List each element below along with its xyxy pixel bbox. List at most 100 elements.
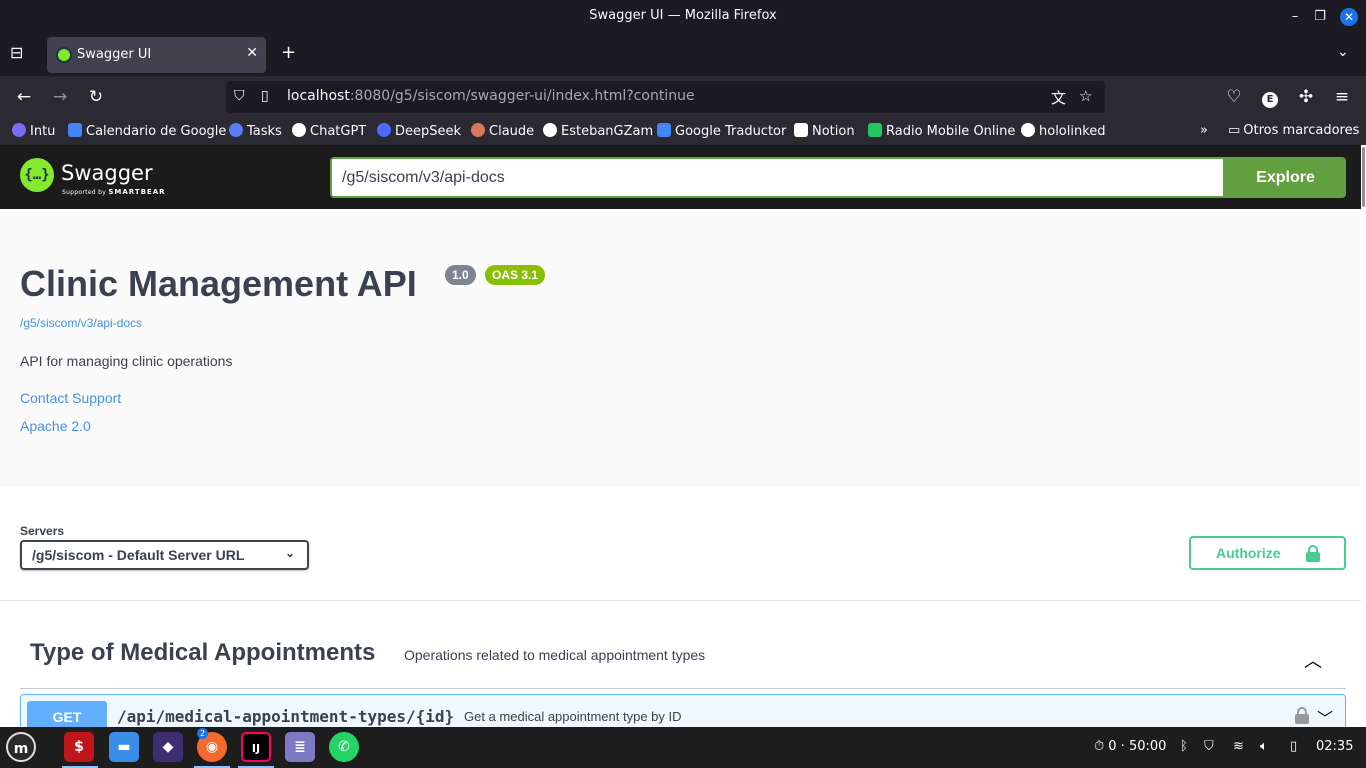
swagger-logo-icon[interactable]: {…}	[20, 158, 54, 192]
authorize-button[interactable]: Authorize	[1189, 536, 1346, 570]
timer-icon: ⏱	[1094, 739, 1105, 754]
chevron-down-icon[interactable]: ﹀	[1317, 705, 1333, 727]
version-badge: 1.0	[445, 265, 476, 285]
timer-text: 0 · 50:00	[1108, 739, 1167, 754]
bookmark-label: ChatGPT	[310, 124, 367, 139]
url-text[interactable]: localhost:8080/g5/siscom/swagger-ui/inde…	[287, 88, 695, 104]
pocket-icon[interactable]: ♡	[1221, 84, 1247, 110]
obsidian-app-icon[interactable]: ◆	[153, 732, 183, 762]
close-window-button[interactable]: ✕	[1340, 8, 1358, 26]
mint-menu-icon[interactable]: m	[6, 732, 36, 762]
bookmark-label: Claude	[489, 124, 535, 139]
url-path: :8080/g5/siscom/swagger-ui/index.html?co…	[349, 88, 695, 104]
bookmark-label: Tasks	[247, 124, 282, 139]
tracking-protection-shield-icon[interactable]: ⛉	[234, 88, 250, 106]
intu-icon	[12, 123, 26, 137]
operation-get-by-id[interactable]: GET /api/medical-appointment-types/{id} …	[20, 694, 1346, 727]
chevron-up-icon[interactable]: ︿	[1304, 647, 1324, 672]
explore-button[interactable]: Explore	[1225, 157, 1346, 198]
text-editor-app-icon[interactable]: ≣	[285, 732, 315, 762]
github-icon	[1021, 123, 1035, 137]
swagger-logo-text[interactable]: Swagger	[61, 161, 153, 185]
smartbear-text: SMARTBEAR	[108, 188, 166, 196]
notion-icon	[794, 123, 808, 137]
bookmark-hololinked[interactable]: hololinked	[1021, 123, 1106, 139]
lock-icon	[1306, 545, 1320, 562]
back-button[interactable]: ←	[11, 84, 37, 110]
bookmark-estebangzam[interactable]: EstebanGZam	[543, 123, 653, 139]
servers-label: Servers	[20, 524, 65, 538]
selected-server: /g5/siscom - Default Server URL	[32, 547, 245, 563]
security-shield-icon[interactable]: ⛉	[1204, 739, 1214, 754]
list-tabs-chevron-icon[interactable]: ⌄	[1337, 44, 1349, 60]
github-icon	[543, 123, 557, 137]
bookmark-intu[interactable]: Intu	[12, 123, 55, 139]
bookmark-radio-mobile-online[interactable]: Radio Mobile Online	[868, 123, 1015, 139]
claude-icon	[471, 123, 485, 137]
volume-icon[interactable]: 🔈︎	[1260, 739, 1268, 754]
other-bookmarks-folder[interactable]: ▭ Otros marcadores	[1228, 123, 1359, 138]
clock[interactable]: 02:35	[1316, 739, 1353, 754]
other-bookmarks-label: Otros marcadores	[1243, 123, 1360, 138]
tab-overview-icon[interactable]: ⊟	[10, 43, 23, 62]
method-badge: GET	[27, 701, 107, 727]
tab-strip: ⊟ Swagger UI ✕ + ⌄	[0, 33, 1366, 76]
contact-support-link[interactable]: Contact Support	[20, 390, 121, 406]
bookmark-notion[interactable]: Notion	[794, 123, 855, 139]
calendar-icon	[68, 123, 82, 137]
minimize-button[interactable]: –	[1286, 8, 1304, 26]
page-info-icon[interactable]: ▯	[261, 88, 269, 104]
bookmark-chatgpt[interactable]: ChatGPT	[292, 123, 366, 139]
tag-header[interactable]: Type of Medical Appointments Operations …	[20, 631, 1346, 689]
servers-select[interactable]: /g5/siscom - Default Server URL ⌄	[20, 540, 309, 570]
license-link[interactable]: Apache 2.0	[20, 418, 91, 434]
url-host: localhost	[287, 88, 350, 104]
extensions-icon[interactable]: ✣	[1293, 84, 1319, 110]
address-bar[interactable]: ⛉ ▯ localhost:8080/g5/siscom/swagger-ui/…	[226, 81, 1105, 113]
swagger-topbar: {…} Swagger Supported by SMARTBEAR /g5/s…	[0, 145, 1361, 209]
bookmark-deepseek[interactable]: DeepSeek	[377, 123, 461, 139]
swagger-page: {…} Swagger Supported by SMARTBEAR /g5/s…	[0, 145, 1361, 727]
bookmark-star-icon[interactable]: ☆	[1079, 87, 1092, 105]
bookmark-label: EstebanGZam	[561, 124, 654, 139]
page-scrollbar[interactable]	[1361, 145, 1366, 727]
spec-url-input[interactable]: /g5/siscom/v3/api-docs	[330, 157, 1225, 198]
api-description: API for managing clinic operations	[20, 353, 233, 369]
files-app-icon[interactable]: ▬	[109, 732, 139, 762]
reload-button[interactable]: ↻	[83, 84, 109, 110]
tab-swagger-ui[interactable]: Swagger UI ✕	[47, 37, 266, 73]
intellij-app-icon[interactable]: IJ	[241, 732, 271, 762]
terminal-app-icon[interactable]: $	[64, 732, 94, 762]
bookmark-tasks[interactable]: Tasks	[229, 123, 282, 139]
spec-link[interactable]: /g5/siscom/v3/api-docs	[20, 316, 142, 330]
battery-icon[interactable]: ▯	[1290, 739, 1297, 754]
wifi-icon[interactable]: ≋	[1233, 739, 1244, 754]
bookmarks-toolbar: Intu Calendario de Google Tasks ChatGPT …	[0, 118, 1366, 145]
firefox-window-count-badge: 2	[197, 728, 208, 739]
new-tab-button[interactable]: +	[281, 42, 296, 63]
tab-label: Swagger UI	[77, 47, 152, 62]
bookmark-google-translate[interactable]: Google Traductor	[657, 123, 786, 139]
operation-lock-icon[interactable]	[1295, 707, 1309, 724]
api-title: Clinic Management API	[20, 263, 417, 304]
more-bookmarks-chevron-icon[interactable]: »	[1200, 123, 1208, 138]
tag-name: Type of Medical Appointments	[30, 639, 376, 666]
tab-close-icon[interactable]: ✕	[246, 45, 258, 61]
operation-path: /api/medical-appointment-types/{id}	[117, 707, 455, 726]
translate-icon[interactable]: 文	[1051, 87, 1066, 108]
bookmark-google-calendar[interactable]: Calendario de Google	[68, 123, 226, 139]
servers-section: Servers /g5/siscom - Default Server URL …	[0, 487, 1361, 601]
bluetooth-icon[interactable]: ᛒ	[1180, 739, 1188, 754]
pomodoro-timer[interactable]: ⏱ 0 · 50:00	[1094, 739, 1166, 754]
bookmark-claude[interactable]: Claude	[471, 123, 534, 139]
whatsapp-app-icon[interactable]: ✆	[329, 732, 359, 762]
window-titlebar: Swagger UI — Mozilla Firefox – ❐ ✕	[0, 0, 1366, 33]
maximize-button[interactable]: ❐	[1311, 8, 1329, 26]
supported-by-text: Supported by	[62, 189, 107, 196]
radio-mobile-icon	[868, 123, 882, 137]
scrollbar-thumb[interactable]	[1362, 147, 1365, 207]
forward-button[interactable]: →	[47, 84, 73, 110]
menu-icon[interactable]: ≡	[1329, 84, 1355, 110]
deepseek-icon	[377, 123, 391, 137]
account-avatar-icon[interactable]: E	[1257, 84, 1283, 110]
